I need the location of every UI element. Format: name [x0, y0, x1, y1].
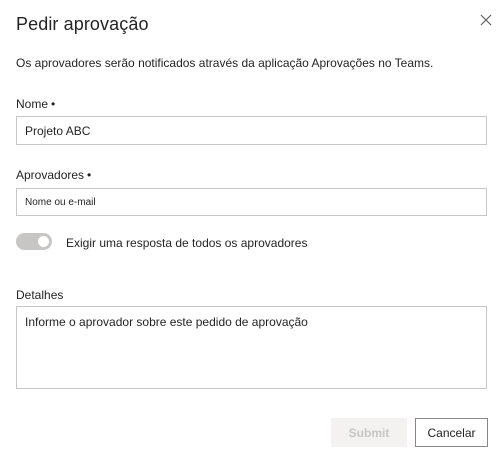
dialog-description: Os aprovadores serão notificados através… [16, 56, 434, 70]
details-textarea[interactable] [16, 306, 487, 389]
dialog-title: Pedir aprovação [16, 14, 149, 34]
approval-dialog: Pedir aprovação Os aprovadores serão not… [0, 0, 500, 455]
require-all-row: Exigir uma resposta de todos os aprovado… [16, 232, 416, 252]
toggle-knob [38, 236, 49, 247]
details-label: Detalhes [16, 288, 64, 302]
approvers-label: Aprovadores • [16, 168, 91, 182]
close-button[interactable] [478, 12, 494, 28]
require-all-toggle[interactable] [16, 233, 52, 250]
cancel-button[interactable]: Cancelar [415, 418, 488, 447]
name-label: Nome • [16, 97, 55, 111]
approvers-input[interactable] [16, 188, 487, 216]
name-required-mark: • [51, 97, 56, 111]
name-input[interactable] [16, 116, 487, 145]
require-all-label: Exigir uma resposta de todos os aprovado… [66, 236, 308, 250]
approvers-label-text: Aprovadores [16, 168, 85, 182]
approvers-required-mark: • [87, 168, 92, 182]
submit-button[interactable]: Submit [331, 418, 407, 447]
name-label-text: Nome [16, 97, 49, 111]
close-icon [480, 14, 492, 26]
